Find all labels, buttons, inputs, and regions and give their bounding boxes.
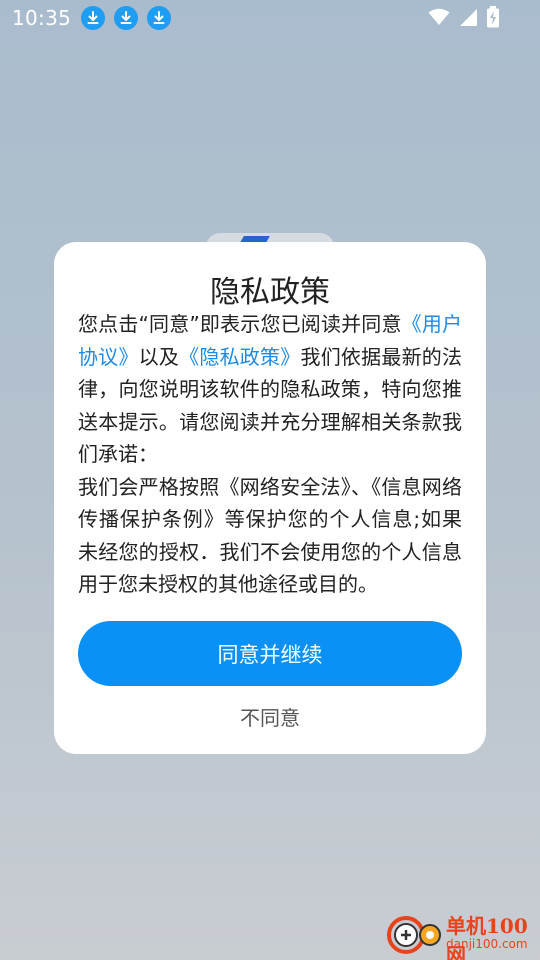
privacy-dialog: 隐私政策 您点击“同意”即表示您已阅读并同意《用户协议》以及《隐私政策》我们依据… (54, 242, 486, 754)
watermark-name: 单机100网 (446, 914, 528, 960)
watermark-url: danji100.com (446, 937, 528, 951)
disagree-button[interactable]: 不同意 (54, 700, 486, 736)
download-icon (81, 6, 106, 30)
watermark-logo (387, 916, 441, 954)
status-right-icons (428, 6, 500, 32)
privacy-policy-link[interactable]: 《隐私政策》 (179, 345, 300, 369)
dialog-body: 您点击“同意”即表示您已阅读并同意《用户协议》以及《隐私政策》我们依据最新的法律… (78, 308, 462, 601)
agree-continue-button[interactable]: 同意并继续 (78, 621, 462, 686)
download-icon (147, 6, 172, 30)
body-text: 以及 (138, 344, 180, 369)
body-text: 我们会严格按照《网络安全法》、《信息网络传播保护条例》等保护您的个人信息;如果未… (78, 474, 462, 597)
dialog-title: 隐私政策 (210, 275, 330, 310)
download-icon (114, 6, 139, 30)
watermark: 单机100网 danji100.com (386, 910, 536, 960)
battery-charging-icon (486, 6, 500, 32)
status-bar: 10:35 (0, 0, 540, 36)
wifi-icon (428, 8, 450, 30)
status-time: 10:35 (12, 6, 72, 30)
signal-icon (458, 7, 478, 31)
body-text: 您点击“同意”即表示您已阅读并同意 (78, 312, 402, 336)
